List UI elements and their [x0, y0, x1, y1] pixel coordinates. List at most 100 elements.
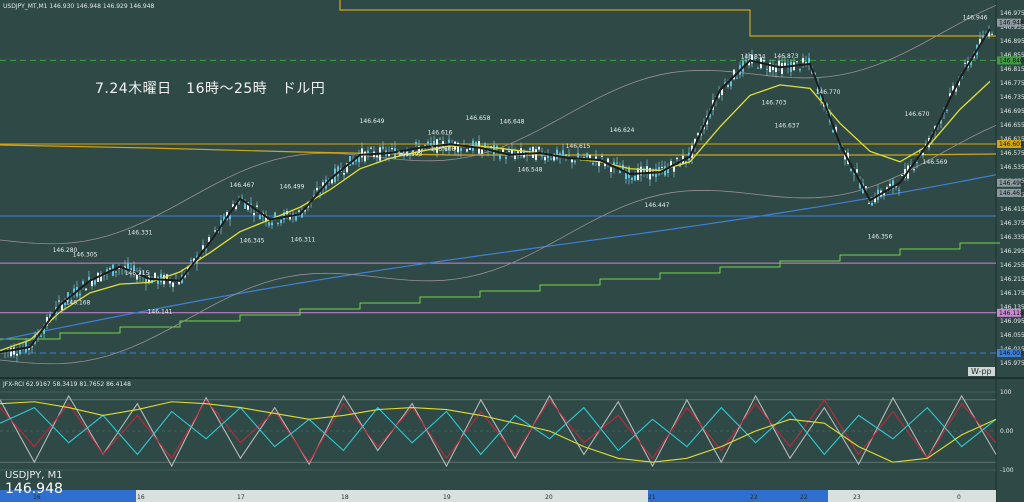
time-axis-label: 21: [648, 494, 656, 501]
time-axis-label: 22: [800, 494, 808, 501]
candle-body: [589, 154, 591, 159]
candle-body: [82, 281, 84, 285]
rci-scale-label: 100: [1000, 389, 1012, 396]
candle-body: [178, 281, 180, 285]
candle-body: [460, 148, 462, 151]
candle-body: [343, 172, 345, 175]
candle-body: [172, 282, 174, 287]
price-annotation: 146.168: [66, 299, 91, 306]
candle-body: [256, 205, 258, 207]
candle-body: [991, 33, 993, 35]
candle-body: [727, 85, 729, 87]
price-tag-label: 146.118: [999, 310, 1024, 317]
candle-body: [529, 147, 531, 151]
candle-body: [466, 149, 468, 152]
rci-scale-label: -100: [1000, 467, 1014, 474]
price-axis-tick-label: 146.375: [1000, 220, 1024, 227]
price-axis-tick-label: 146.895: [1000, 38, 1024, 45]
candle-body: [481, 149, 483, 154]
price-axis-tick-label: 146.815: [1000, 66, 1024, 73]
time-axis-label: 0: [957, 494, 961, 501]
candle-body: [430, 143, 432, 146]
time-axis-label: 18: [341, 494, 349, 501]
price-annotation: 146.834: [741, 54, 766, 61]
time-axis-label: 23: [853, 494, 861, 501]
candle-body: [109, 268, 111, 270]
price-axis-tick-label: 146.175: [1000, 290, 1024, 297]
price-annotation: 146.305: [73, 251, 98, 258]
price-axis-tick-label: 146.215: [1000, 276, 1024, 283]
candle-body: [13, 347, 15, 355]
candle-body: [730, 81, 732, 86]
candle-body: [115, 271, 117, 273]
candle-body: [361, 148, 363, 158]
rci-scale-label: 0.00: [1000, 428, 1014, 435]
candle-body: [424, 145, 426, 147]
candle-body: [676, 157, 678, 160]
candle-body: [805, 62, 807, 64]
candle-body: [757, 67, 759, 69]
candle-body: [631, 177, 633, 180]
chart-window: { "header": { "symbol_line": "USDJPY_MT,…: [0, 0, 1024, 502]
candle-body: [370, 147, 372, 149]
price-axis-tick-label: 146.255: [1000, 262, 1024, 269]
candle-body: [964, 62, 966, 64]
price-tag-label: 146.003: [999, 350, 1024, 357]
price-annotation: 146.215: [125, 270, 150, 277]
price-tag-label: 146.490: [999, 180, 1024, 187]
candle-body: [616, 162, 618, 164]
price-annotation: 146.499: [280, 184, 305, 191]
candle-body: [40, 335, 42, 337]
price-annotation: 146.624: [610, 127, 635, 134]
candle-body: [808, 57, 810, 64]
candle-body: [253, 212, 255, 216]
candle-body: [535, 149, 537, 160]
candle-body: [79, 293, 81, 296]
candle-body: [544, 157, 546, 161]
price-annotation: 146.770: [816, 89, 841, 96]
price-annotation: 146.670: [905, 111, 930, 118]
price-annotation: 146.606: [431, 146, 456, 153]
symbol-header: USDJPY_MT,M1 146.930 146.948 146.929 146…: [3, 3, 155, 10]
candle-body: [586, 153, 588, 158]
candle-body: [316, 187, 318, 191]
price-axis-tick-label: 146.415: [1000, 206, 1024, 213]
candle-body: [469, 148, 471, 150]
candle-body: [298, 210, 300, 212]
price-annotation: 146.447: [645, 202, 670, 209]
candle-body: [505, 156, 507, 159]
time-axis-label: 17: [237, 494, 245, 501]
candle-body: [556, 149, 558, 160]
candle-body: [592, 163, 594, 165]
price-axis-tick-label: 146.335: [1000, 234, 1024, 241]
candle-body: [58, 300, 60, 302]
candle-body: [19, 349, 21, 355]
candle-body: [565, 154, 567, 156]
candle-body: [610, 167, 612, 172]
price-axis-tick-label: 146.775: [1000, 80, 1024, 87]
time-axis-label: 19: [443, 494, 451, 501]
candle-body: [634, 175, 636, 181]
candle-body: [568, 155, 570, 157]
candle-body: [376, 155, 378, 158]
price-annotation: 146.345: [240, 237, 265, 244]
price-annotation: 146.648: [500, 119, 525, 126]
price-axis-tick-label: 146.735: [1000, 94, 1024, 101]
candle-body: [796, 61, 798, 63]
price-annotation: 146.946: [963, 14, 988, 21]
price-annotation: 146.548: [518, 166, 543, 173]
candle-body: [85, 288, 87, 291]
candle-body: [850, 169, 852, 172]
price-axis-tick-label: 145.975: [1000, 360, 1024, 367]
time-axis-label: 16: [137, 494, 145, 501]
candle-body: [781, 63, 783, 74]
time-axis-label: 22: [750, 494, 758, 501]
price-axis-tick-label: 146.295: [1000, 248, 1024, 255]
price-tag-label: 146.948: [999, 20, 1024, 27]
price-annotation: 146.703: [762, 99, 787, 106]
price-axis-tick-label: 146.655: [1000, 122, 1024, 129]
price-annotation: 146.616: [428, 130, 453, 137]
candle-body: [391, 148, 393, 150]
candle-body: [736, 77, 738, 79]
candle-body: [493, 145, 495, 155]
